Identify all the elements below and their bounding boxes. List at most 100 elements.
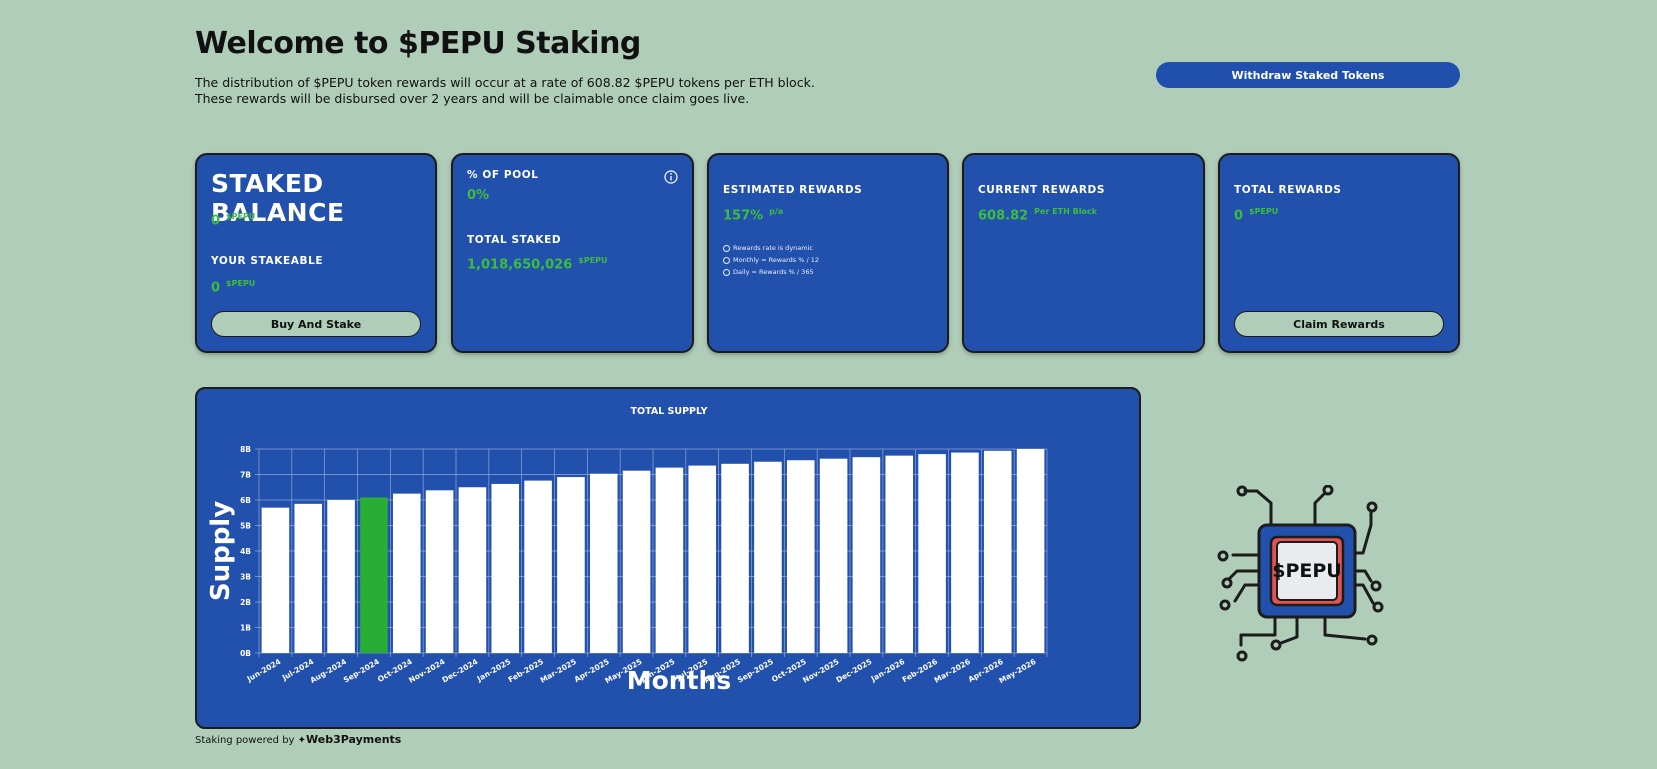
estimated-rewards-label: ESTIMATED REWARDS <box>723 184 863 196</box>
rewards-note-text: Rewards rate is dynamic <box>733 244 813 252</box>
supply-bar <box>918 454 946 653</box>
current-rewards-card: CURRENT REWARDS 608.82 Per ETH Block <box>962 153 1205 353</box>
pool-percent-value: 0% <box>467 188 490 203</box>
supply-bar <box>951 452 979 653</box>
rewards-note-text: Daily = Rewards % / 365 <box>733 268 814 276</box>
supply-bar <box>885 455 914 653</box>
info-icon[interactable] <box>664 170 678 184</box>
rewards-note-text: Monthly = Rewards % / 12 <box>733 256 820 264</box>
total-staked-unit: $PEPU <box>578 256 608 265</box>
current-rewards-amount: 608.82 <box>978 208 1029 224</box>
total-staked-label: TOTAL STAKED <box>467 234 562 246</box>
total-rewards-unit: $PEPU <box>1249 207 1279 216</box>
y-tick-label: 7B <box>240 471 251 480</box>
current-rewards-value: 608.82 Per ETH Block <box>978 207 1097 223</box>
staked-balance-amount: 0 <box>211 213 221 229</box>
stakeable-value: 0 $PEPU <box>211 279 255 295</box>
staked-balance-value: 0 $PEPU <box>211 212 255 228</box>
supply-bar <box>458 487 487 653</box>
footer: Staking powered by ✦Web3Payments <box>195 733 401 746</box>
supply-bar <box>688 465 717 653</box>
y-tick-label: 5B <box>240 522 251 531</box>
y-tick-label: 1B <box>240 624 251 633</box>
estimated-rewards-card: ESTIMATED REWARDS 157% p/a Rewards rate i… <box>707 153 949 353</box>
stakeable-unit: $PEPU <box>226 279 256 288</box>
stakeable-amount: 0 <box>211 280 221 296</box>
staked-balance-card: STAKED BALANCE 0 $PEPU YOUR STAKEABLE 0 $P… <box>195 153 437 353</box>
intro-text: The distribution of $PEPU token rewards … <box>195 75 815 106</box>
x-tick-label: Jan-2025 <box>475 657 513 684</box>
estimated-rewards-value: 157% p/a <box>723 207 783 223</box>
supply-bar <box>589 473 618 653</box>
total-rewards-card: TOTAL REWARDS 0 $PEPU Claim Rewards <box>1218 153 1460 353</box>
staked-balance-unit: $PEPU <box>226 212 256 221</box>
x-tick-label: Dec-2025 <box>834 657 873 685</box>
supply-bar <box>392 493 421 653</box>
y-axis-label: Supply <box>206 501 236 601</box>
x-axis-label: Months <box>627 666 731 695</box>
supply-bar <box>655 467 684 653</box>
buy-and-stake-button[interactable]: Buy And Stake <box>211 311 421 337</box>
supply-bar <box>786 460 815 653</box>
supply-bar <box>491 483 520 653</box>
supply-bar <box>524 480 552 653</box>
footer-brand-link[interactable]: Web3Payments <box>306 733 401 746</box>
stakeable-label: YOUR STAKEABLE <box>211 255 324 267</box>
total-rewards-value: 0 $PEPU <box>1234 207 1278 223</box>
x-tick-label: May-2026 <box>997 657 1037 685</box>
supply-bar <box>360 497 388 653</box>
pool-card: % OF POOL 0% TOTAL STAKED 1,018,650,026 $… <box>451 153 694 353</box>
supply-bar <box>557 477 585 653</box>
pepu-chip-logo: $PEPU <box>1217 485 1384 662</box>
total-staked-value: 1,018,650,026 $PEPU <box>467 256 608 272</box>
y-tick-label: 6B <box>240 496 251 505</box>
y-tick-label: 4B <box>240 547 251 556</box>
bullet-icon <box>723 268 730 276</box>
x-tick-label: Nov-2025 <box>801 657 840 685</box>
total-supply-chart: TOTAL SUPPLY 0B 1B 2B 3B 4B 5B 6B 7B 8B Jun-2024… <box>206 406 1048 695</box>
estimated-rewards-amount: 157% <box>723 208 764 224</box>
supply-bar <box>425 490 454 653</box>
rewards-note: Daily = Rewards % / 365 <box>723 266 819 278</box>
supply-bar <box>1016 449 1045 653</box>
y-tick-label: 8B <box>240 445 251 454</box>
x-tick-label: Mar-2026 <box>933 657 972 685</box>
withdraw-staked-tokens-button[interactable]: Withdraw Staked Tokens <box>1156 62 1460 88</box>
footer-prefix: Staking powered by <box>195 735 295 746</box>
supply-bar <box>983 450 1012 653</box>
bullet-icon <box>723 244 730 252</box>
supply-bar <box>721 463 749 653</box>
x-tick-label: Sep-2025 <box>736 657 775 685</box>
x-tick-label: Nov-2024 <box>407 657 446 685</box>
supply-bar <box>852 457 881 653</box>
supply-bar <box>327 500 355 653</box>
y-tick-label: 3B <box>240 573 251 582</box>
bullet-icon <box>723 256 730 264</box>
page-title: Welcome to $PEPU Staking <box>195 26 641 61</box>
y-tick-label: 2B <box>240 598 251 607</box>
claim-rewards-button[interactable]: Claim Rewards <box>1234 311 1444 337</box>
x-tick-label: Mar-2025 <box>539 657 578 685</box>
total-supply-chart-card: TOTAL SUPPLY 0B 1B 2B 3B 4B 5B 6B 7B 8B Jun-2024… <box>195 387 1141 729</box>
chart-title: TOTAL SUPPLY <box>631 406 708 417</box>
logo-text: $PEPU <box>1272 560 1341 582</box>
supply-bar <box>754 461 782 653</box>
rewards-notes: Rewards rate is dynamic Monthly = Reward… <box>723 242 819 278</box>
estimated-rewards-unit: p/a <box>769 207 784 216</box>
rewards-note: Rewards rate is dynamic <box>723 242 819 254</box>
rewards-note: Monthly = Rewards % / 12 <box>723 254 819 266</box>
y-tick-label: 0B <box>240 649 251 658</box>
x-tick-label: Dec-2024 <box>440 657 479 685</box>
x-tick-label: Sep-2024 <box>342 657 381 685</box>
total-staked-amount: 1,018,650,026 <box>467 257 573 273</box>
total-rewards-amount: 0 <box>1234 208 1244 224</box>
supply-bar <box>294 503 323 653</box>
total-rewards-label: TOTAL REWARDS <box>1234 184 1342 196</box>
current-rewards-unit: Per ETH Block <box>1034 207 1097 216</box>
x-tick-label: Jun-2024 <box>245 657 283 684</box>
x-tick-label: Aug-2024 <box>309 657 349 685</box>
pool-percent-label: % OF POOL <box>467 169 539 181</box>
supply-bar <box>261 507 290 653</box>
x-tick-label: Jan-2026 <box>869 657 907 684</box>
supply-bar <box>819 458 848 653</box>
